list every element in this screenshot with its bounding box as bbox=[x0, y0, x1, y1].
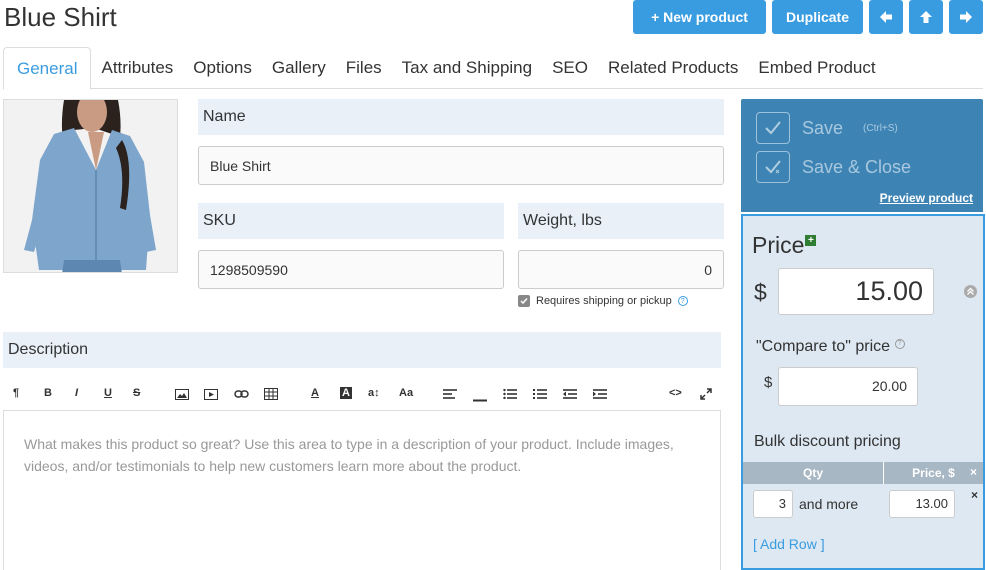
bulk-table-header: Qty Price, $ × bbox=[743, 462, 983, 484]
font-family-icon[interactable]: Aa bbox=[399, 387, 413, 399]
collapse-icon[interactable] bbox=[964, 285, 977, 298]
arrow-up-icon bbox=[920, 11, 932, 23]
bulk-discount-label: Bulk discount pricing bbox=[754, 433, 901, 450]
remove-column-icon[interactable]: × bbox=[970, 465, 977, 479]
requires-shipping-label: Requires shipping or pickup bbox=[536, 295, 672, 307]
compare-currency-symbol: $ bbox=[764, 374, 773, 391]
requires-shipping-checkbox[interactable] bbox=[518, 295, 530, 307]
table-icon[interactable] bbox=[264, 388, 278, 403]
help-icon[interactable]: ? bbox=[677, 296, 688, 306]
previous-product-button[interactable] bbox=[869, 0, 903, 34]
numbered-list-icon[interactable] bbox=[533, 389, 547, 402]
tab-tax-and-shipping[interactable]: Tax and Shipping bbox=[392, 47, 542, 89]
description-label: Description bbox=[3, 332, 721, 368]
parent-up-button[interactable] bbox=[909, 0, 943, 34]
help-icon[interactable]: ? bbox=[894, 338, 905, 349]
tab-embed-product[interactable]: Embed Product bbox=[748, 47, 885, 89]
save-close-label: Save & Close bbox=[802, 156, 912, 177]
weight-label: Weight, lbs bbox=[518, 203, 724, 239]
page-title: Blue Shirt bbox=[4, 2, 117, 32]
sku-label: SKU bbox=[198, 203, 504, 239]
arrow-left-icon bbox=[880, 11, 892, 23]
duplicate-button[interactable]: Duplicate bbox=[772, 0, 863, 34]
add-price-icon[interactable]: + bbox=[805, 235, 817, 246]
check-icon bbox=[520, 298, 528, 305]
strikethrough-icon[interactable]: S bbox=[133, 387, 140, 399]
add-row-link[interactable]: [ Add Row ] bbox=[753, 536, 825, 552]
name-field[interactable]: Blue Shirt bbox=[198, 146, 724, 185]
preview-product-link[interactable]: Preview product bbox=[880, 191, 973, 205]
and-more-label: and more bbox=[799, 496, 859, 512]
product-tabs: General Attributes Options Gallery Files… bbox=[3, 47, 983, 90]
tab-general[interactable]: General bbox=[3, 47, 92, 90]
bullet-list-icon[interactable] bbox=[503, 388, 517, 402]
link-icon[interactable] bbox=[234, 389, 249, 402]
tab-files[interactable]: Files bbox=[336, 47, 392, 89]
horizontal-rule-icon[interactable] bbox=[473, 393, 487, 405]
italic-icon[interactable]: I bbox=[75, 387, 78, 399]
video-icon[interactable] bbox=[204, 389, 218, 403]
price-panel: Price + $ 15.00 "Compare to" price ? $ 20… bbox=[741, 214, 985, 570]
qty-column-header: Qty bbox=[743, 462, 884, 484]
align-icon[interactable] bbox=[443, 389, 457, 402]
editor-toolbar: ¶ B I U S A A a↕ Aa <> bbox=[3, 378, 721, 410]
tab-related-products[interactable]: Related Products bbox=[598, 47, 748, 89]
product-image[interactable] bbox=[3, 99, 178, 273]
highlight-icon[interactable]: A bbox=[340, 387, 352, 399]
tab-options[interactable]: Options bbox=[183, 47, 262, 89]
font-color-icon[interactable]: A bbox=[311, 387, 319, 399]
price-title: Price bbox=[752, 232, 805, 258]
save-close-checkbox-icon bbox=[756, 151, 790, 183]
tab-gallery[interactable]: Gallery bbox=[262, 47, 336, 89]
save-shortcut: (Ctrl+S) bbox=[863, 122, 898, 134]
code-view-icon[interactable]: <> bbox=[669, 387, 682, 399]
save-label: Save bbox=[802, 117, 844, 138]
remove-row-icon[interactable]: × bbox=[971, 488, 978, 502]
font-size-icon[interactable]: a↕ bbox=[368, 387, 380, 399]
price-input[interactable]: 15.00 bbox=[778, 268, 934, 315]
compare-price-input[interactable]: 20.00 bbox=[778, 367, 918, 406]
tab-seo[interactable]: SEO bbox=[542, 47, 598, 89]
price-column-header: Price, $ × bbox=[884, 462, 983, 484]
fullscreen-icon[interactable] bbox=[700, 388, 712, 403]
underline-icon[interactable]: U bbox=[104, 387, 112, 399]
save-close-button[interactable]: Save & Close bbox=[756, 151, 911, 183]
outdent-icon[interactable] bbox=[563, 389, 577, 402]
paragraph-icon[interactable]: ¶ bbox=[13, 387, 19, 399]
image-icon[interactable] bbox=[175, 389, 189, 403]
requires-shipping-row: Requires shipping or pickup ? bbox=[518, 295, 688, 307]
save-button[interactable]: Save (Ctrl+S) bbox=[756, 112, 898, 144]
bulk-qty-input[interactable]: 3 bbox=[753, 490, 793, 518]
new-product-button[interactable]: + New product bbox=[633, 0, 766, 34]
header-actions: + New product Duplicate bbox=[633, 0, 983, 34]
bold-icon[interactable]: B bbox=[44, 387, 52, 399]
price-heading: Price + bbox=[752, 232, 817, 259]
bulk-price-input[interactable]: 13.00 bbox=[889, 490, 955, 518]
arrow-right-icon bbox=[960, 11, 972, 23]
compare-price-text: "Compare to" price bbox=[756, 338, 891, 355]
save-panel: Save (Ctrl+S) Save & Close Preview produ… bbox=[741, 99, 983, 212]
save-checkbox-icon bbox=[756, 112, 790, 144]
product-photo-illustration bbox=[4, 100, 177, 272]
name-label: Name bbox=[198, 99, 724, 135]
currency-symbol: $ bbox=[754, 279, 767, 305]
price-column-label: Price, $ bbox=[912, 466, 955, 480]
description-editor[interactable]: What makes this product so great? Use th… bbox=[3, 410, 721, 570]
indent-icon[interactable] bbox=[593, 389, 607, 402]
sku-field[interactable]: 1298509590 bbox=[198, 250, 504, 289]
next-product-button[interactable] bbox=[949, 0, 983, 34]
compare-price-label: "Compare to" price ? bbox=[756, 338, 905, 356]
tab-attributes[interactable]: Attributes bbox=[91, 47, 183, 89]
weight-field[interactable]: 0 bbox=[518, 250, 724, 289]
